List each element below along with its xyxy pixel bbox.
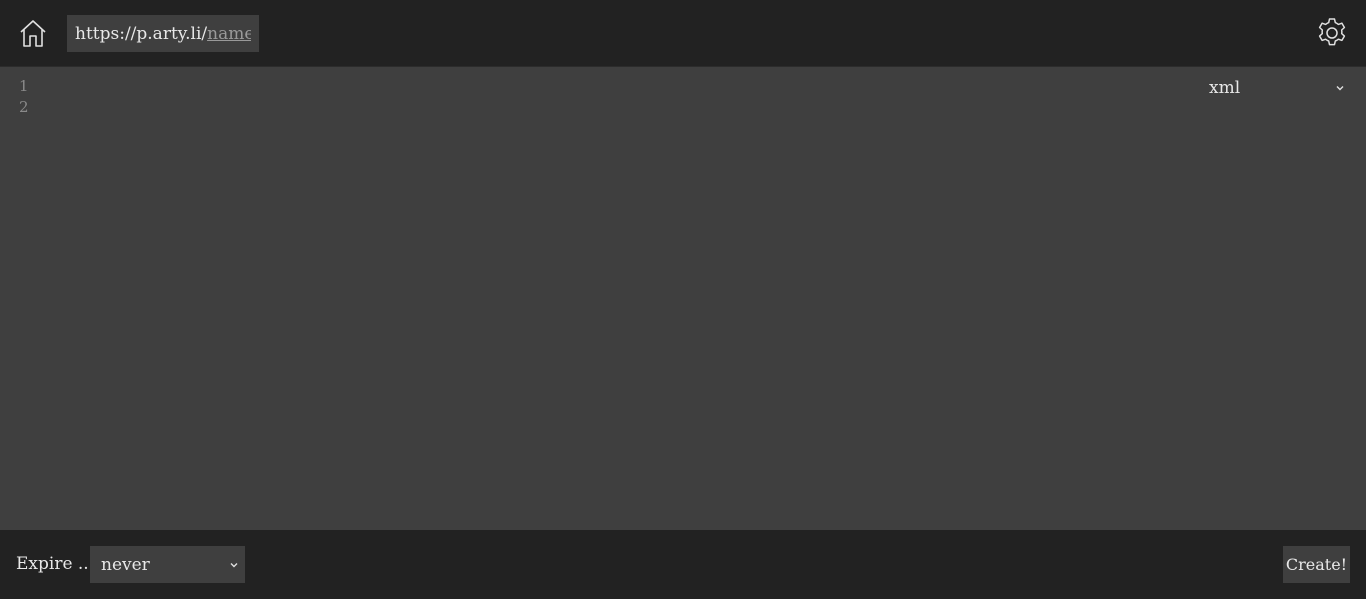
code-editor: 1 2 xml (0, 68, 1366, 530)
expire-label: Expire ... (16, 554, 95, 574)
expire-value: never (101, 554, 150, 575)
bottom-bar: Expire ... never Create! (0, 530, 1366, 599)
home-icon (20, 20, 46, 47)
gear-icon (1318, 18, 1346, 46)
language-select[interactable]: xml (1201, 76, 1351, 100)
paste-url-field: https://p.arty.li/ (67, 15, 260, 52)
language-value: xml (1209, 78, 1241, 98)
settings-button[interactable] (1315, 16, 1349, 50)
top-bar: https://p.arty.li/ (0, 0, 1366, 67)
paste-name-input[interactable] (207, 23, 252, 44)
line-number: 2 (19, 98, 29, 116)
chevron-down-icon (1336, 86, 1344, 91)
expire-select[interactable]: never (90, 546, 245, 583)
line-number-gutter: 1 2 (0, 76, 40, 118)
home-button[interactable] (17, 17, 49, 49)
chevron-down-icon (230, 562, 238, 567)
create-button[interactable]: Create! (1283, 546, 1350, 583)
line-number: 1 (19, 77, 29, 95)
code-input[interactable] (48, 76, 1188, 516)
url-prefix: https://p.arty.li/ (75, 23, 208, 44)
